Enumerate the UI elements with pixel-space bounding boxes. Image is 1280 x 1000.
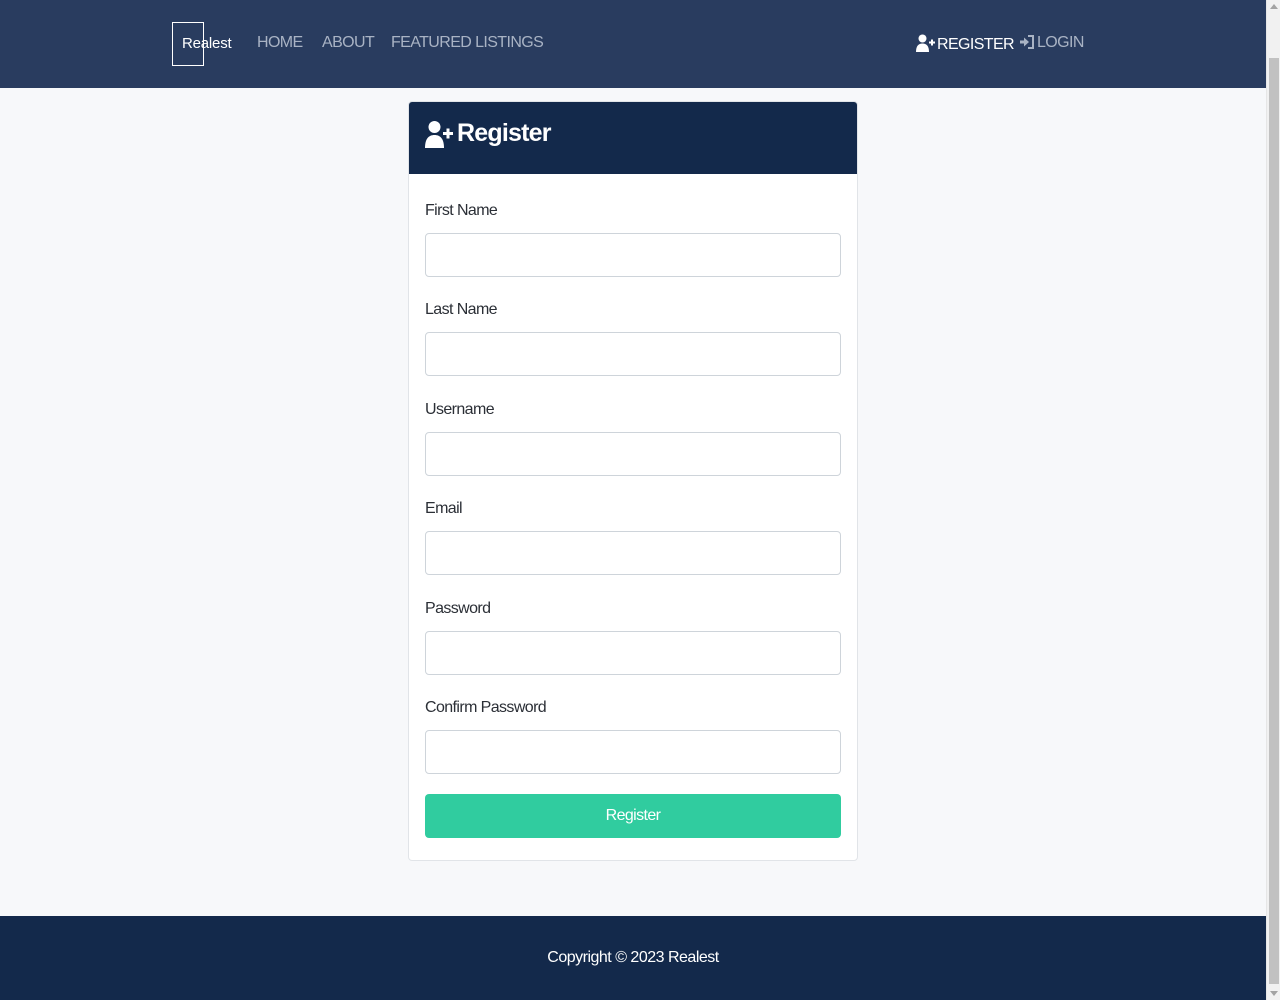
user-plus-icon (425, 120, 453, 153)
scrollbar-thumb[interactable] (1269, 58, 1279, 984)
register-card-header: Register (409, 102, 857, 174)
email-input[interactable] (425, 531, 841, 575)
nav-link-login[interactable]: LOGIN (1019, 34, 1084, 55)
confirm-password-label: Confirm Password (425, 699, 547, 716)
user-plus-icon (916, 34, 935, 57)
nav-register-label: REGISTER (937, 36, 1015, 53)
first-name-input[interactable] (425, 233, 841, 277)
scroll-up-arrow-icon[interactable] (1270, 4, 1278, 9)
nav-link-about[interactable]: ABOUT (322, 34, 375, 52)
nav-login-label: LOGIN (1037, 34, 1084, 51)
nav-link-register[interactable]: REGISTER (916, 34, 1015, 57)
first-name-label: First Name (425, 202, 498, 219)
sign-in-icon (1019, 34, 1035, 55)
password-label: Password (425, 600, 491, 617)
confirm-password-input[interactable] (425, 730, 841, 774)
footer-copyright: Copyright © 2023 Realest (547, 949, 719, 966)
password-input[interactable] (425, 631, 841, 675)
last-name-input[interactable] (425, 332, 841, 376)
nav-link-home[interactable]: HOME (257, 34, 303, 52)
last-name-label: Last Name (425, 301, 498, 318)
page-scrollbar[interactable] (1266, 0, 1280, 1000)
scroll-down-arrow-icon[interactable] (1270, 991, 1278, 996)
email-label: Email (425, 500, 463, 517)
username-input[interactable] (425, 432, 841, 476)
register-submit-button[interactable]: Register (425, 794, 841, 838)
footer: Copyright © 2023 Realest (0, 916, 1266, 1000)
brand-logo-text[interactable]: Realest (182, 35, 232, 52)
username-label: Username (425, 401, 495, 418)
navbar: Realest HOME ABOUT FEATURED LISTINGS REG… (0, 0, 1266, 88)
register-card: Register First Name Last Name Username E… (408, 101, 858, 861)
nav-link-featured-listings[interactable]: FEATURED LISTINGS (391, 34, 544, 52)
register-card-title: Register (457, 119, 551, 147)
